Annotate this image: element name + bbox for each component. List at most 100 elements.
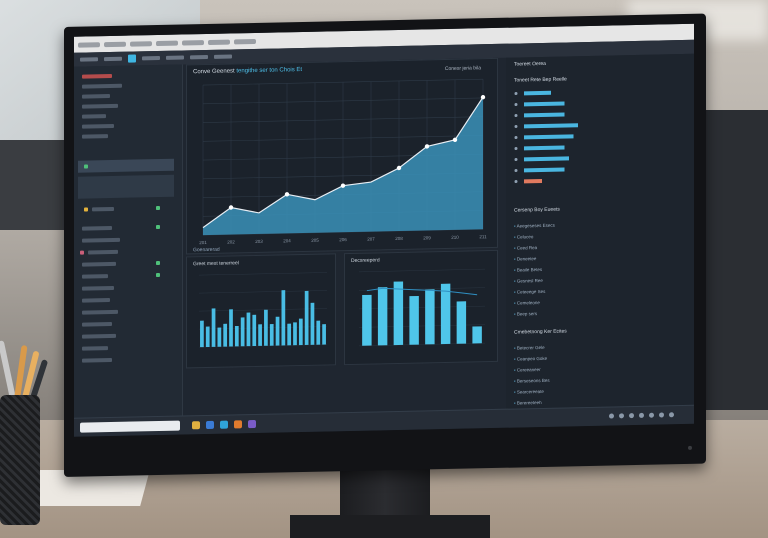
monitor-stand-base xyxy=(290,515,490,538)
sidebar-item[interactable] xyxy=(82,357,112,363)
bar xyxy=(524,123,578,129)
bar xyxy=(524,90,551,96)
list-item[interactable]: Beaile Betes xyxy=(514,267,542,273)
list-item[interactable]: Celuceo xyxy=(514,234,534,239)
app-icon[interactable] xyxy=(248,419,256,429)
background-shelf xyxy=(0,140,70,230)
grid-line xyxy=(199,272,327,276)
status-dot xyxy=(80,250,84,255)
menu-item[interactable] xyxy=(214,54,232,59)
bar-chart-panel-left: Goenarerad Greet mest tenerreel xyxy=(186,247,336,369)
tray-icon[interactable] xyxy=(659,412,664,418)
bar xyxy=(229,309,233,347)
tray-icon[interactable] xyxy=(619,413,624,419)
sidebar-item[interactable] xyxy=(78,174,174,199)
tray-icon[interactable] xyxy=(649,412,654,418)
browser-tab[interactable] xyxy=(156,40,178,46)
x-tick-label: 203 xyxy=(255,239,263,244)
list-title: Cmebetnong Ker Ecites xyxy=(514,328,567,336)
menu-item[interactable] xyxy=(166,55,184,60)
sidebar-item[interactable] xyxy=(82,309,118,315)
list-item[interactable]: Gesnesl Ree xyxy=(514,278,543,284)
tray-icon[interactable] xyxy=(609,413,614,419)
sidebar-item[interactable] xyxy=(82,333,116,339)
list-item[interactable]: Searcereeate xyxy=(514,389,544,395)
bar xyxy=(377,287,388,346)
menu-item[interactable] xyxy=(104,56,122,62)
bar xyxy=(472,326,482,344)
bar-marker xyxy=(514,136,518,140)
status-dot xyxy=(156,260,160,266)
app-icon[interactable] xyxy=(206,420,214,430)
sidebar-item[interactable] xyxy=(82,83,122,89)
bar xyxy=(258,324,262,346)
bar xyxy=(223,323,228,347)
menu-item[interactable] xyxy=(80,57,98,62)
sidebar-item[interactable] xyxy=(82,114,106,119)
list-item[interactable]: Aeegeseses Esecs xyxy=(514,223,555,229)
list-item[interactable]: Ceteeege Ses xyxy=(514,289,546,295)
sidebar-item[interactable] xyxy=(82,225,112,231)
list-item[interactable]: Ceed Rea xyxy=(514,245,537,250)
app-icon[interactable] xyxy=(234,420,242,429)
sidebar-item[interactable] xyxy=(82,123,114,129)
sidebar-item[interactable] xyxy=(82,103,118,109)
bar-marker xyxy=(514,114,518,118)
sidebar-item[interactable] xyxy=(92,206,114,212)
menu-item[interactable] xyxy=(142,55,160,61)
browser-tab[interactable] xyxy=(182,39,204,46)
tray-icon[interactable] xyxy=(629,413,634,419)
browser-tab[interactable] xyxy=(234,38,256,44)
taskbar-search-box[interactable] xyxy=(80,420,180,433)
sidebar-item[interactable] xyxy=(82,134,108,139)
browser-tab[interactable] xyxy=(104,41,126,47)
bar xyxy=(205,326,210,348)
bar xyxy=(211,308,216,347)
bar xyxy=(440,283,451,345)
sidebar-item[interactable] xyxy=(82,298,110,303)
sidebar-item[interactable] xyxy=(82,285,114,291)
list-item[interactable]: Cemeleone xyxy=(514,300,540,306)
bar xyxy=(217,327,222,347)
x-tick-label: 201 xyxy=(199,240,207,245)
browser-tab[interactable] xyxy=(78,41,100,48)
bar xyxy=(393,281,404,346)
active-menu-icon[interactable] xyxy=(128,54,136,63)
x-tick-label: 204 xyxy=(283,238,291,243)
bar xyxy=(240,317,245,347)
browser-tab[interactable] xyxy=(130,40,152,47)
tray-icon[interactable] xyxy=(669,412,674,418)
folder-icon[interactable] xyxy=(192,421,200,430)
sidebar-item[interactable] xyxy=(82,261,116,267)
list-item[interactable]: Beep sers xyxy=(514,311,537,316)
bar xyxy=(524,134,574,140)
sidebar-item[interactable] xyxy=(82,237,120,243)
pen-holder-cup xyxy=(0,395,40,525)
right-panel-subtitle: Toneet Rete Bep Reelle xyxy=(514,76,567,84)
list-item[interactable]: Ceanpeo Goke xyxy=(514,356,547,362)
grid-line xyxy=(359,342,485,347)
bar-marker xyxy=(514,180,518,184)
sidebar-item[interactable] xyxy=(82,274,108,279)
sidebar-item[interactable] xyxy=(82,94,110,99)
x-tick-label: 208 xyxy=(395,236,403,241)
sidebar-item-selected[interactable] xyxy=(78,158,174,173)
bar-chart xyxy=(199,272,327,348)
sidebar-item[interactable] xyxy=(82,73,112,79)
sidebar-item[interactable] xyxy=(82,321,112,327)
list-item[interactable]: Deneetee xyxy=(514,256,537,261)
list-item[interactable]: Betecrer Gele xyxy=(514,345,545,351)
list-item[interactable]: Cereeaneer xyxy=(514,367,541,373)
tray-icon[interactable] xyxy=(639,412,644,418)
sidebar-item[interactable] xyxy=(82,346,108,351)
bar-chart-panel-right: Decsreeperd xyxy=(344,249,498,366)
bar xyxy=(524,112,565,118)
bar xyxy=(425,289,435,345)
menu-item[interactable] xyxy=(190,54,208,60)
list-item[interactable]: Berereeteeh xyxy=(514,400,542,406)
sidebar-item[interactable] xyxy=(88,249,118,255)
browser-icon[interactable] xyxy=(220,420,228,429)
browser-tab[interactable] xyxy=(208,39,230,45)
bar-marker xyxy=(514,147,518,151)
list-item[interactable]: Berseseons Bes xyxy=(514,378,550,384)
